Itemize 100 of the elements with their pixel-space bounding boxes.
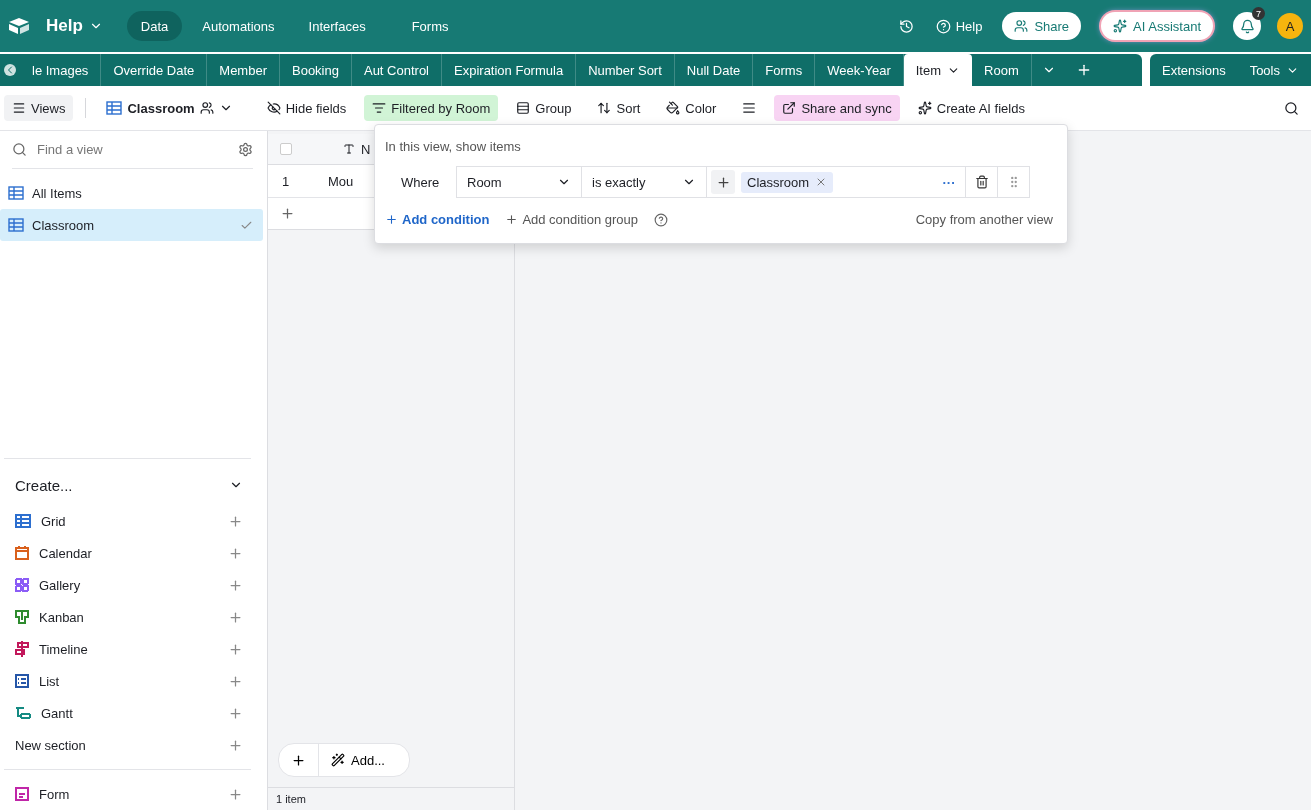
delete-button[interactable] bbox=[965, 166, 998, 198]
toolbar-button[interactable]: Group bbox=[508, 95, 580, 121]
ai-assistant-button[interactable]: AI Assistant bbox=[1101, 12, 1213, 40]
plus-icon bbox=[505, 213, 519, 226]
copy-from-view-link[interactable]: Copy from another view bbox=[915, 212, 1053, 227]
settings-icon bbox=[238, 142, 253, 157]
views-button[interactable]: Views bbox=[4, 95, 74, 121]
column-header: N bbox=[361, 141, 371, 157]
extensions-button[interactable]: Extensions bbox=[1150, 54, 1238, 86]
find-view-field[interactable]: Find a view bbox=[35, 141, 230, 158]
toolbar-button[interactable]: Create AI fields bbox=[909, 95, 1033, 121]
user-avatar[interactable]: A bbox=[1277, 13, 1303, 39]
record-count: 1 item bbox=[268, 787, 514, 810]
grid-icon bbox=[8, 218, 24, 232]
table-tab[interactable]: Week-Year bbox=[815, 54, 904, 86]
help-icon bbox=[654, 212, 669, 227]
group-icon bbox=[516, 101, 531, 115]
bell-icon bbox=[1239, 18, 1255, 34]
create-item[interactable]: Timeline bbox=[4, 633, 251, 665]
notifications-button[interactable] bbox=[1233, 12, 1261, 40]
search-icon bbox=[12, 142, 27, 157]
field-select[interactable]: Room bbox=[456, 166, 582, 198]
sort-icon bbox=[597, 101, 612, 115]
table-tab[interactable]: Aut Control bbox=[351, 54, 442, 86]
table-tab[interactable]: Null Date bbox=[674, 54, 754, 86]
toolbar-button[interactable]: Sort bbox=[589, 95, 649, 121]
create-item[interactable]: Kanban bbox=[4, 601, 251, 633]
table-tab[interactable]: Member bbox=[207, 54, 280, 86]
value-chip[interactable]: Classroom bbox=[741, 171, 834, 193]
notification-badge: 7 bbox=[1252, 7, 1265, 20]
grid-icon bbox=[106, 101, 123, 115]
table-tab[interactable]: Number Sort bbox=[576, 54, 675, 86]
eye-off-icon bbox=[266, 101, 281, 115]
operator-select[interactable]: is exactly bbox=[581, 166, 707, 198]
add-value-button[interactable] bbox=[711, 170, 735, 194]
help-icon bbox=[935, 18, 951, 34]
menu-icon bbox=[12, 101, 26, 115]
table-tab[interactable]: Room bbox=[972, 54, 1032, 86]
people-icon bbox=[199, 101, 214, 115]
plus-icon bbox=[228, 609, 243, 625]
table-tab[interactable]: Item bbox=[903, 54, 973, 86]
tools-button[interactable]: Tools bbox=[1237, 54, 1311, 86]
plus-icon bbox=[228, 513, 243, 529]
add-condition-link[interactable]: Add condition bbox=[385, 212, 490, 227]
table-tab[interactable]: Override Date bbox=[101, 54, 208, 86]
view-item[interactable]: Classroom bbox=[0, 209, 263, 241]
plus-icon bbox=[228, 577, 243, 593]
nav-tab[interactable]: Automations bbox=[188, 11, 289, 41]
paint-bucket-icon bbox=[666, 101, 681, 115]
popover-title: In this view, show items bbox=[385, 139, 522, 154]
create-item[interactable]: New section bbox=[4, 729, 251, 761]
plus-icon bbox=[228, 673, 243, 689]
add-condition-group-link[interactable]: Add condition group bbox=[505, 212, 639, 227]
toolbar-button[interactable]: Hide fields bbox=[258, 95, 355, 121]
plus-icon bbox=[228, 705, 243, 721]
sparkle-icon bbox=[1113, 19, 1128, 33]
plus-icon bbox=[715, 174, 731, 190]
plus-icon bbox=[280, 206, 295, 221]
create-item[interactable]: List bbox=[4, 665, 251, 697]
text-field-icon bbox=[343, 143, 355, 155]
history-icon bbox=[898, 18, 914, 34]
table-tab[interactable]: Forms bbox=[753, 54, 816, 86]
magic-wand-icon bbox=[331, 753, 345, 767]
grid-icon bbox=[8, 186, 24, 200]
view-switcher[interactable]: Classroom bbox=[98, 95, 241, 121]
plus-icon bbox=[228, 737, 243, 753]
more-button[interactable]: ··· bbox=[937, 170, 961, 194]
filter-icon bbox=[372, 101, 387, 115]
value-field[interactable]: Classroom ··· bbox=[706, 166, 966, 198]
table-cell: Mou bbox=[328, 173, 354, 189]
create-item[interactable]: Form bbox=[4, 778, 251, 810]
row-number: 1 bbox=[281, 173, 291, 189]
people-icon bbox=[1014, 19, 1029, 33]
table-tab[interactable]: Booking bbox=[280, 54, 352, 86]
plus-icon bbox=[228, 786, 243, 802]
view-item[interactable]: All Items bbox=[0, 177, 263, 209]
create-item[interactable]: Gantt bbox=[4, 697, 251, 729]
plus-icon bbox=[291, 752, 306, 768]
toolbar-button[interactable]: Filtered by Room bbox=[364, 95, 499, 121]
nav-tab[interactable]: Data bbox=[126, 11, 183, 41]
create-item[interactable]: Grid bbox=[4, 505, 251, 537]
drag-handle[interactable] bbox=[997, 166, 1030, 198]
share-button[interactable]: Share bbox=[1002, 12, 1082, 40]
help-button[interactable]: Help bbox=[927, 18, 991, 34]
base-name: Help bbox=[46, 16, 83, 36]
table-tab[interactable]: le Images bbox=[20, 54, 102, 86]
select-all-checkbox[interactable] bbox=[280, 143, 292, 155]
toolbar-button[interactable]: Color bbox=[658, 95, 725, 121]
chevron-left-icon bbox=[4, 64, 16, 76]
nav-tab[interactable]: Forms bbox=[397, 11, 463, 41]
create-item[interactable]: Gallery bbox=[4, 569, 251, 601]
nav-tab[interactable]: Interfaces bbox=[294, 11, 380, 41]
row-height-icon bbox=[742, 101, 757, 115]
create-heading: Create... bbox=[15, 476, 73, 494]
plus-icon bbox=[228, 545, 243, 561]
create-item[interactable]: Calendar bbox=[4, 537, 251, 569]
table-tab[interactable]: Expiration Formula bbox=[442, 54, 577, 86]
toolbar-button[interactable]: Share and sync bbox=[774, 95, 900, 121]
plus-icon bbox=[385, 213, 398, 226]
sparkle-icon bbox=[917, 101, 932, 115]
